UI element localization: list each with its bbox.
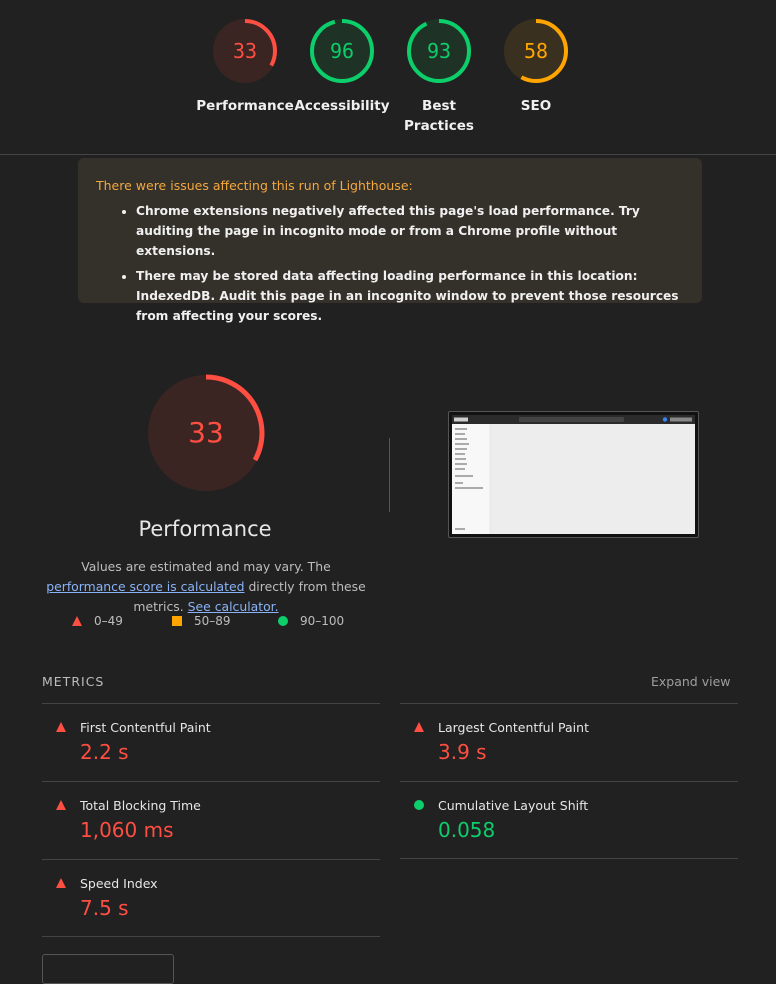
metric-name: Total Blocking Time xyxy=(80,798,201,813)
metric-value: 3.9 s xyxy=(438,740,487,764)
more-button[interactable] xyxy=(42,954,174,984)
divider xyxy=(400,858,738,859)
gauge-score: 58 xyxy=(524,39,548,63)
legend-average-label: 50–89 xyxy=(194,614,231,628)
metric-value: 0.058 xyxy=(438,818,496,842)
gauge-label: SEO xyxy=(520,98,552,114)
legend-fail-label: 0–49 xyxy=(94,614,123,628)
legend-pass: 90–100 xyxy=(278,614,344,628)
warning-list: Chrome extensions negatively affected th… xyxy=(96,201,684,326)
gauge-accessibility[interactable]: 96 Accessibility xyxy=(292,18,392,116)
fail-triangle-icon xyxy=(56,800,66,810)
gauge-label: Best Practices xyxy=(404,98,474,134)
metrics-heading: METRICS xyxy=(42,674,105,689)
metric-first-contentful-paint[interactable]: First Contentful Paint 2.2 s xyxy=(42,704,372,781)
metric-name: Speed Index xyxy=(80,876,158,891)
warning-item: Chrome extensions negatively affected th… xyxy=(136,201,684,261)
gauge-performance[interactable]: 33 Performance xyxy=(195,18,295,116)
pass-circle-icon xyxy=(278,616,288,626)
gauge-score: 93 xyxy=(427,39,451,63)
fail-triangle-icon xyxy=(56,722,66,732)
warning-heading: There were issues affecting this run of … xyxy=(96,178,413,193)
final-screenshot-thumbnail[interactable] xyxy=(448,411,699,538)
gauge-score: 96 xyxy=(330,39,354,63)
gauge-ring: 93 xyxy=(407,19,471,83)
gauge-label: Accessibility xyxy=(294,98,390,114)
category-gauges: 33 Performance 96 Accessibility 93 Best … xyxy=(0,0,776,155)
metric-value: 2.2 s xyxy=(80,740,129,764)
performance-score-link[interactable]: performance score is calculated xyxy=(46,579,244,594)
metric-cumulative-layout-shift[interactable]: Cumulative Layout Shift 0.058 xyxy=(400,782,730,859)
legend-average: 50–89 xyxy=(172,614,231,628)
fail-triangle-icon xyxy=(72,616,82,626)
fail-triangle-icon xyxy=(414,722,424,732)
warning-item: There may be stored data affecting loadi… xyxy=(136,266,684,326)
gauge-best-practices[interactable]: 93 Best Practices xyxy=(389,18,489,136)
gauge-ring: 96 xyxy=(310,19,374,83)
gauge-ring: 58 xyxy=(504,19,568,83)
divider xyxy=(389,438,390,512)
performance-title: Performance xyxy=(138,517,272,541)
warning-box: There were issues affecting this run of … xyxy=(78,158,702,323)
metric-name: Cumulative Layout Shift xyxy=(438,798,589,813)
metric-name: Largest Contentful Paint xyxy=(438,720,589,735)
pass-circle-icon xyxy=(414,800,424,810)
average-square-icon xyxy=(172,616,182,626)
expand-view-toggle[interactable]: Expand view xyxy=(651,674,731,689)
screenshot-image xyxy=(452,415,695,534)
metric-value: 1,060 ms xyxy=(80,818,174,842)
gauge-seo[interactable]: 58 SEO xyxy=(486,18,586,116)
performance-description: Values are estimated and may vary. The p… xyxy=(40,557,372,617)
gauge-score: 33 xyxy=(233,39,257,63)
divider xyxy=(42,936,380,937)
desc-text: Values are estimated and may vary. The xyxy=(81,559,331,574)
performance-score: 33 xyxy=(188,416,224,449)
legend-fail: 0–49 xyxy=(72,614,123,628)
fail-triangle-icon xyxy=(56,878,66,888)
gauge-ring: 33 xyxy=(213,19,277,83)
performance-gauge: 33 xyxy=(147,374,265,492)
legend-pass-label: 90–100 xyxy=(300,614,345,628)
metric-largest-contentful-paint[interactable]: Largest Contentful Paint 3.9 s xyxy=(400,704,730,781)
metric-total-blocking-time[interactable]: Total Blocking Time 1,060 ms xyxy=(42,782,372,859)
metric-value: 7.5 s xyxy=(80,896,129,920)
metric-name: First Contentful Paint xyxy=(80,720,211,735)
gauge-label: Performance xyxy=(196,98,294,114)
see-calculator-link[interactable]: See calculator. xyxy=(188,599,279,614)
metric-speed-index[interactable]: Speed Index 7.5 s xyxy=(42,860,372,937)
